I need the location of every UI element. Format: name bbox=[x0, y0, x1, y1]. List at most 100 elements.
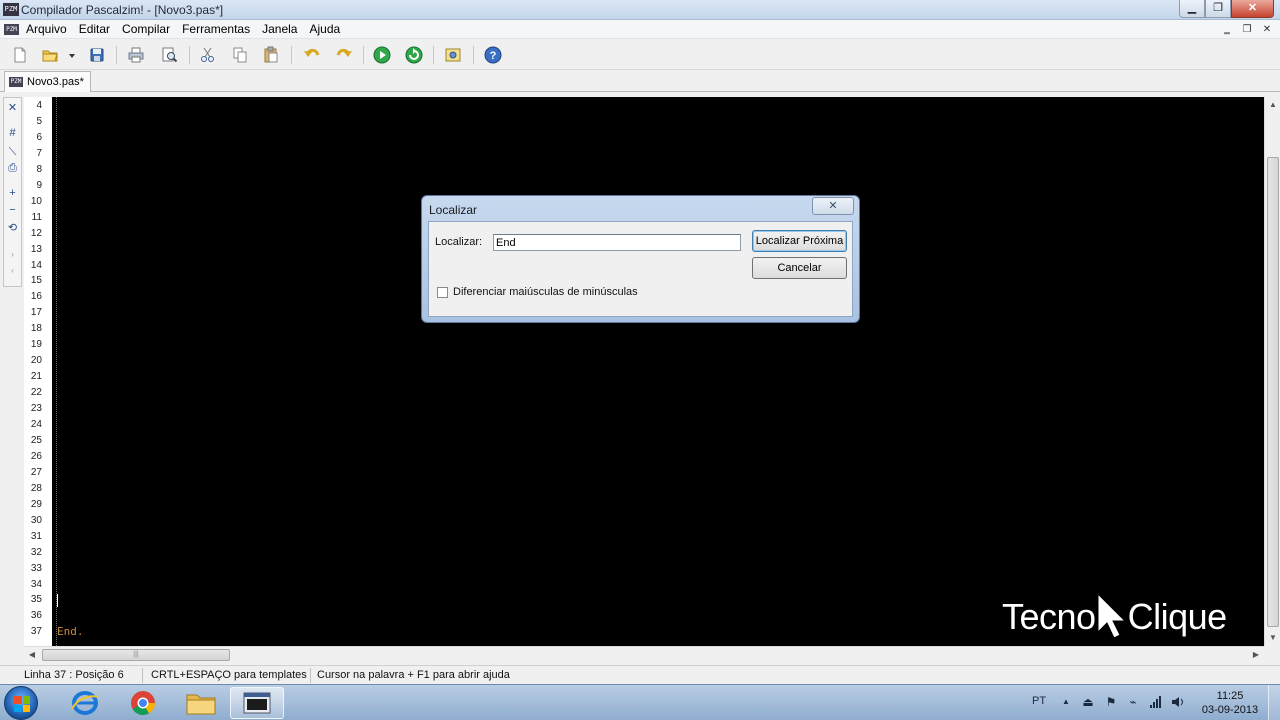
menu-bar: PZM Arquivo Editar Compilar Ferramentas … bbox=[0, 20, 1280, 39]
open-dropdown-icon[interactable] bbox=[66, 46, 78, 64]
maximize-button[interactable]: ❐ bbox=[1205, 0, 1231, 18]
line-number: 26 bbox=[30, 450, 42, 462]
side-tool-strip: ✕ # ⟍ ⎙ + − ⟲ › ‹ bbox=[3, 97, 22, 287]
taskbar-pascalzim[interactable] bbox=[230, 687, 284, 719]
ruler-icon[interactable]: ⟍ bbox=[6, 146, 19, 159]
undo-icon[interactable] bbox=[303, 46, 321, 64]
code-line-end: End. bbox=[57, 625, 84, 638]
status-divider bbox=[142, 668, 143, 683]
toolbar-separator bbox=[363, 46, 364, 64]
toolbar: ? bbox=[0, 40, 1280, 70]
line-number: 15 bbox=[30, 275, 42, 287]
help-icon[interactable]: ? bbox=[484, 46, 502, 64]
vertical-scroll-thumb[interactable] bbox=[1267, 157, 1279, 627]
status-bar: Linha 37 : Posição 6 CRTL+ESPAÇO para te… bbox=[0, 665, 1280, 684]
vertical-scrollbar[interactable]: ▲ ▼ bbox=[1264, 97, 1280, 646]
doc-minimize-button[interactable]: ‗ bbox=[1220, 23, 1234, 36]
dialog-title: Localizar bbox=[429, 203, 478, 217]
horizontal-scrollbar[interactable]: ◀ ||| ▶ bbox=[24, 646, 1264, 662]
tray-usb-icon[interactable]: ⏏ bbox=[1081, 695, 1095, 709]
pascal-file-icon: PZM bbox=[9, 77, 23, 87]
doc-restore-button[interactable]: ❐ bbox=[1240, 23, 1254, 36]
watermark-right-text: Clique bbox=[1127, 596, 1228, 637]
system-clock[interactable]: 11:25 03-09-2013 bbox=[1198, 689, 1262, 717]
paste-icon[interactable] bbox=[262, 46, 280, 64]
line-number: 24 bbox=[30, 419, 42, 430]
menu-arquivo[interactable]: Arquivo bbox=[26, 22, 72, 37]
arrow-left-icon[interactable]: ‹ bbox=[6, 264, 19, 277]
line-number: 4 bbox=[36, 100, 42, 111]
save-icon[interactable] bbox=[88, 46, 106, 64]
run-icon[interactable] bbox=[373, 46, 391, 64]
tray-expand-icon[interactable]: ▲ bbox=[1059, 695, 1073, 709]
line-number: 8 bbox=[36, 163, 42, 175]
find-next-button[interactable]: Localizar Próxima bbox=[752, 230, 847, 252]
hash-icon[interactable]: # bbox=[6, 127, 19, 140]
minus-icon[interactable]: − bbox=[6, 204, 19, 217]
scroll-right-icon[interactable]: ▶ bbox=[1248, 647, 1264, 663]
print-preview-icon[interactable] bbox=[160, 46, 178, 64]
dialog-close-button[interactable]: ✕ bbox=[812, 197, 854, 215]
chrome-icon bbox=[131, 691, 155, 716]
tray-volume-icon[interactable] bbox=[1171, 695, 1185, 709]
link-icon[interactable]: ⟲ bbox=[6, 222, 19, 235]
cut-icon[interactable] bbox=[199, 46, 217, 64]
line-number: 27 bbox=[30, 466, 42, 478]
menu-ferramentas[interactable]: Ferramentas bbox=[177, 22, 255, 37]
close-button[interactable]: ✕ bbox=[1231, 0, 1274, 18]
match-case-checkbox[interactable] bbox=[437, 287, 448, 298]
mouse-cursor-icon bbox=[1097, 592, 1127, 639]
find-input[interactable] bbox=[493, 234, 741, 251]
show-desktop-button[interactable] bbox=[1268, 685, 1280, 720]
tools-icon[interactable] bbox=[444, 46, 462, 64]
line-number: 32 bbox=[30, 546, 42, 558]
minimize-button[interactable]: ▁ bbox=[1179, 0, 1205, 18]
toolbar-separator bbox=[291, 46, 292, 64]
print-icon[interactable] bbox=[127, 46, 145, 64]
run-step-icon[interactable] bbox=[405, 46, 423, 64]
tray-signal-icon[interactable] bbox=[1149, 695, 1163, 709]
tray-flag-icon[interactable]: ⚑ bbox=[1104, 695, 1118, 709]
line-number: 31 bbox=[30, 530, 42, 542]
copy-icon[interactable] bbox=[231, 46, 249, 64]
scroll-down-icon[interactable]: ▼ bbox=[1265, 630, 1280, 646]
line-number: 19 bbox=[30, 339, 42, 351]
line-number: 37 bbox=[30, 626, 42, 638]
line-number: 20 bbox=[30, 355, 42, 367]
taskbar-file-explorer[interactable] bbox=[174, 687, 228, 719]
scroll-up-icon[interactable]: ▲ bbox=[1265, 97, 1280, 113]
horizontal-scroll-thumb[interactable]: ||| bbox=[42, 649, 230, 661]
watermark-left-text: Tecno bbox=[1002, 596, 1096, 637]
close-side-icon[interactable]: ✕ bbox=[6, 102, 19, 115]
language-indicator[interactable]: PT bbox=[1032, 695, 1046, 707]
taskbar-internet-explorer[interactable] bbox=[58, 687, 112, 719]
document-menu-icon[interactable]: PZM bbox=[4, 24, 19, 35]
redo-icon[interactable] bbox=[335, 46, 353, 64]
tray-power-icon[interactable]: ⌁ bbox=[1126, 695, 1140, 709]
print-tool-icon[interactable]: ⎙ bbox=[6, 162, 19, 175]
pascalzim-app-icon bbox=[243, 692, 271, 714]
status-help-hint: Cursor na palavra + F1 para abrir ajuda bbox=[317, 669, 510, 681]
line-number: 33 bbox=[30, 562, 42, 574]
tab-novo3[interactable]: PZM Novo3.pas* bbox=[4, 71, 91, 92]
cancel-button[interactable]: Cancelar bbox=[752, 257, 847, 279]
start-button[interactable] bbox=[4, 686, 38, 720]
arrow-right-icon[interactable]: › bbox=[6, 248, 19, 261]
editor-margin-line bbox=[56, 97, 57, 646]
line-number: 16 bbox=[30, 291, 42, 303]
clock-time: 11:25 bbox=[1216, 690, 1244, 702]
plus-icon[interactable]: + bbox=[6, 187, 19, 200]
doc-close-button[interactable]: ✕ bbox=[1260, 23, 1274, 36]
new-file-icon[interactable] bbox=[11, 46, 29, 64]
code-editor[interactable]: End. bbox=[52, 97, 1264, 646]
menu-editar[interactable]: Editar bbox=[74, 22, 115, 37]
internet-explorer-icon bbox=[71, 691, 99, 715]
menu-compilar[interactable]: Compilar bbox=[117, 22, 175, 37]
toolbar-separator bbox=[473, 46, 474, 64]
taskbar-chrome[interactable] bbox=[116, 687, 170, 719]
menu-ajuda[interactable]: Ajuda bbox=[304, 22, 345, 37]
open-folder-icon[interactable] bbox=[41, 46, 59, 64]
menu-janela[interactable]: Janela bbox=[257, 22, 302, 37]
match-case-label: Diferenciar maiúsculas de minúsculas bbox=[453, 286, 638, 298]
scroll-left-icon[interactable]: ◀ bbox=[24, 647, 40, 663]
